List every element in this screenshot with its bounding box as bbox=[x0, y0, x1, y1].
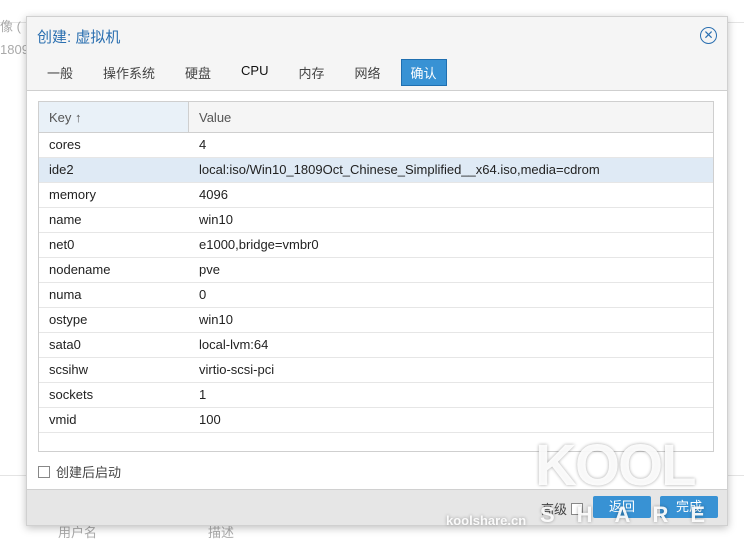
tab-os[interactable]: 操作系统 bbox=[93, 59, 165, 86]
checkbox-icon[interactable] bbox=[38, 465, 50, 478]
advanced-label: 高级 bbox=[541, 502, 568, 517]
tab-cpu[interactable]: CPU bbox=[231, 59, 278, 86]
table-row[interactable]: vmid 100 bbox=[39, 408, 713, 433]
start-after-create-checkbox[interactable]: 创建后启动 bbox=[38, 462, 121, 481]
start-after-create-label: 创建后启动 bbox=[56, 465, 122, 480]
tab-confirm[interactable]: 确认 bbox=[400, 59, 447, 86]
table-row[interactable]: cores 4 bbox=[39, 133, 713, 158]
row-value: 100 bbox=[199, 412, 221, 427]
row-key: net0 bbox=[49, 237, 75, 252]
row-key: cores bbox=[49, 137, 81, 152]
row-value: local-lvm:64 bbox=[199, 337, 269, 352]
row-value: virtio-scsi-pci bbox=[199, 362, 275, 377]
dialog-title: 创建: 虚拟机 bbox=[37, 29, 121, 46]
table-row[interactable]: sockets 1 bbox=[39, 383, 713, 408]
row-value: e1000,bridge=vmbr0 bbox=[199, 237, 319, 252]
table-row[interactable]: nodename pve bbox=[39, 258, 713, 283]
row-key: sata0 bbox=[49, 337, 81, 352]
row-key: ostype bbox=[49, 312, 88, 327]
row-value: 4 bbox=[199, 137, 207, 152]
table-row[interactable]: scsihw virtio-scsi-pci bbox=[39, 358, 713, 383]
finish-button[interactable]: 完成 bbox=[660, 496, 718, 518]
dialog-footer: 高级 返回 完成 bbox=[27, 489, 727, 525]
row-key: nodename bbox=[49, 262, 111, 277]
row-key: scsihw bbox=[49, 362, 89, 377]
bg-col-header: 像 ( bbox=[0, 19, 21, 34]
table-row[interactable]: ide2 local:iso/Win10_1809Oct_Chinese_Simp… bbox=[39, 158, 713, 183]
close-icon[interactable]: ✕ bbox=[700, 27, 717, 44]
back-button[interactable]: 返回 bbox=[593, 496, 651, 518]
advanced-checkbox[interactable]: 高级 bbox=[541, 499, 584, 518]
row-key: vmid bbox=[49, 412, 77, 427]
table-row[interactable]: sata0 local-lvm:64 bbox=[39, 333, 713, 358]
row-key: memory bbox=[49, 187, 96, 202]
tab-general[interactable]: 一般 bbox=[37, 59, 83, 86]
bg-cell: 1809 bbox=[0, 42, 29, 57]
row-value: 0 bbox=[199, 287, 207, 302]
summary-grid: Key ↑ Value cores 4 ide2 local:iso/Win10_18… bbox=[38, 101, 714, 452]
wizard-tabs: 一般 操作系统 硬盘 CPU 内存 网络 确认 bbox=[37, 59, 457, 86]
tab-disk[interactable]: 硬盘 bbox=[175, 59, 221, 86]
dialog-body: Key ↑ Value cores 4 ide2 local:iso/Win10_18… bbox=[27, 90, 727, 490]
row-key: name bbox=[49, 212, 82, 227]
tab-memory[interactable]: 内存 bbox=[289, 59, 335, 86]
table-row[interactable]: ostype win10 bbox=[39, 308, 713, 333]
table-row[interactable]: net0 e1000,bridge=vmbr0 bbox=[39, 233, 713, 258]
create-vm-dialog: 创建: 虚拟机 ✕ 一般 操作系统 硬盘 CPU 内存 网络 确认 Key ↑ … bbox=[26, 16, 728, 526]
table-row[interactable]: memory 4096 bbox=[39, 183, 713, 208]
row-key: numa bbox=[49, 287, 82, 302]
row-value: local:iso/Win10_1809Oct_Chinese_Simplifi… bbox=[199, 162, 600, 177]
column-key-header[interactable]: Key ↑ bbox=[39, 102, 189, 132]
grid-header: Key ↑ Value bbox=[39, 102, 713, 133]
tab-network[interactable]: 网络 bbox=[345, 59, 391, 86]
row-value: 1 bbox=[199, 387, 207, 402]
table-row[interactable]: numa 0 bbox=[39, 283, 713, 308]
row-key: sockets bbox=[49, 387, 94, 402]
row-value: win10 bbox=[199, 212, 233, 227]
row-value: 4096 bbox=[199, 187, 228, 202]
grid-rows: cores 4 ide2 local:iso/Win10_1809Oct_Chines… bbox=[39, 133, 713, 433]
row-key: ide2 bbox=[49, 162, 74, 177]
row-value: win10 bbox=[199, 312, 233, 327]
table-row[interactable]: name win10 bbox=[39, 208, 713, 233]
row-value: pve bbox=[199, 262, 220, 277]
checkbox-icon[interactable] bbox=[571, 502, 584, 515]
column-value-header[interactable]: Value bbox=[189, 102, 241, 132]
